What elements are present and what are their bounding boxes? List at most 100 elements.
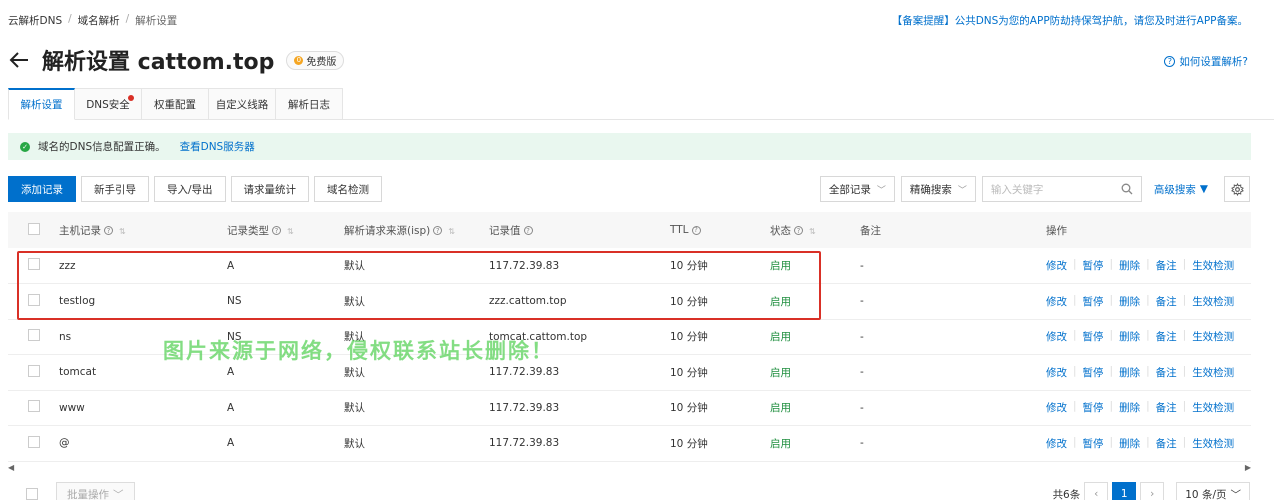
action-pause-link[interactable]: 暂停	[1083, 329, 1104, 344]
action-delete-link[interactable]: 删除	[1119, 365, 1140, 380]
request-stats-button[interactable]: 请求量统计	[230, 176, 310, 202]
search-icon[interactable]	[1121, 183, 1133, 195]
record-filter-select[interactable]: 全部记录 ﹀	[819, 176, 895, 202]
row-checkbox[interactable]	[28, 435, 40, 448]
action-divider: |	[1109, 435, 1114, 448]
cell-value: zzz.cattom.top	[489, 283, 670, 320]
action-edit-link[interactable]: 修改	[1046, 294, 1067, 309]
row-checkbox[interactable]	[28, 364, 40, 377]
add-record-button[interactable]: 添加记录	[8, 176, 76, 202]
scroll-left-icon[interactable]: ◀	[8, 463, 14, 472]
page-title: 解析设置 cattom.top	[42, 50, 275, 75]
tab-weight-config[interactable]: 权重配置	[142, 88, 209, 120]
tab-label: 权重配置	[154, 98, 196, 111]
tab-resolution-settings[interactable]: 解析设置	[8, 88, 75, 120]
domain-check-button[interactable]: 域名检测	[314, 176, 383, 202]
help-link[interactable]: ? 如何设置解析?	[1164, 54, 1248, 69]
action-edit-link[interactable]: 修改	[1046, 365, 1067, 380]
action-check-link[interactable]: 生效检测	[1192, 294, 1234, 309]
action-edit-link[interactable]: 修改	[1046, 258, 1067, 273]
import-export-button[interactable]: 导入/导出	[154, 176, 226, 202]
cell-host: www	[59, 390, 227, 426]
action-pause-link[interactable]: 暂停	[1083, 294, 1104, 309]
action-delete-link[interactable]: 删除	[1119, 329, 1140, 344]
advanced-search-label: 高级搜索	[1153, 183, 1196, 196]
action-divider: |	[1182, 364, 1187, 377]
cell-host: @	[59, 425, 227, 462]
info-icon[interactable]: ?	[433, 226, 443, 235]
info-icon[interactable]: ?	[523, 226, 533, 235]
action-remark-link[interactable]: 备注	[1156, 294, 1177, 309]
horizontal-scrollbar[interactable]: ◀ ▶	[8, 462, 1251, 472]
settings-button[interactable]	[1224, 176, 1250, 202]
action-pause-link[interactable]: 暂停	[1083, 400, 1104, 415]
row-checkbox[interactable]	[28, 329, 40, 342]
action-remark-link[interactable]: 备注	[1156, 436, 1177, 451]
action-check-link[interactable]: 生效检测	[1192, 365, 1234, 380]
cell-type: NS	[227, 283, 344, 320]
action-edit-link[interactable]: 修改	[1046, 329, 1067, 344]
info-icon[interactable]: ?	[272, 226, 281, 235]
action-delete-link[interactable]: 删除	[1119, 294, 1140, 309]
view-dns-servers-link[interactable]: 查看DNS服务器	[180, 139, 255, 154]
tab-label: 自定义线路	[215, 98, 269, 111]
breadcrumb-item[interactable]: 域名解析	[78, 13, 120, 28]
page-size-select[interactable]: 10 条/页 ﹀	[1176, 482, 1250, 500]
cell-host: testlog	[59, 283, 227, 320]
sort-icon[interactable]: ⇅	[448, 227, 455, 236]
action-divider: |	[1146, 435, 1150, 448]
cell-ttl: 10 分钟	[670, 248, 770, 284]
advanced-search-link[interactable]: 高级搜索 ▼	[1154, 182, 1208, 197]
action-pause-link[interactable]: 暂停	[1083, 365, 1104, 380]
breadcrumb-item[interactable]: 云解析DNS	[8, 13, 62, 28]
row-checkbox[interactable]	[28, 258, 40, 270]
page-button-current[interactable]: 1	[1112, 482, 1137, 500]
sort-icon[interactable]: ⇅	[119, 227, 126, 236]
action-pause-link[interactable]: 暂停	[1083, 436, 1104, 451]
cell-type: A	[227, 248, 344, 284]
search-mode-select[interactable]: 精确搜索 ﹀	[900, 176, 976, 202]
tab-custom-line[interactable]: 自定义线路	[209, 88, 276, 120]
sort-icon[interactable]: ⇅	[287, 227, 294, 236]
action-pause-link[interactable]: 暂停	[1083, 258, 1104, 273]
cell-ttl: 10 分钟	[670, 425, 770, 462]
next-page-button[interactable]: ›	[1140, 482, 1165, 500]
action-delete-link[interactable]: 删除	[1119, 258, 1140, 273]
row-checkbox[interactable]	[28, 400, 40, 413]
cell-type: A	[227, 390, 344, 426]
action-divider: |	[1182, 400, 1187, 413]
action-check-link[interactable]: 生效检测	[1192, 329, 1234, 344]
cell-type: A	[227, 425, 344, 462]
info-icon[interactable]: ?	[691, 225, 701, 235]
row-checkbox[interactable]	[28, 293, 40, 306]
info-icon[interactable]: ?	[794, 226, 803, 235]
sort-icon[interactable]: ⇅	[809, 227, 816, 236]
filter-tools: 全部记录 ﹀ 精确搜索 ﹀ 输入关键字 高级搜索 ▼	[819, 176, 1250, 202]
scroll-right-icon[interactable]: ▶	[1245, 463, 1251, 472]
action-delete-link[interactable]: 删除	[1119, 436, 1140, 451]
action-check-link[interactable]: 生效检测	[1192, 400, 1234, 415]
search-input[interactable]: 输入关键字	[981, 176, 1142, 202]
tab-resolution-log[interactable]: 解析日志	[276, 88, 343, 120]
cell-host: tomcat	[59, 354, 227, 391]
action-delete-link[interactable]: 删除	[1119, 400, 1140, 415]
footer-select-all-checkbox[interactable]	[26, 488, 38, 500]
select-all-checkbox[interactable]	[28, 222, 40, 235]
action-edit-link[interactable]: 修改	[1046, 400, 1067, 415]
action-remark-link[interactable]: 备注	[1156, 400, 1177, 415]
filing-notice[interactable]: 【备案提醒】公共DNS为您的APP防劫持保驾护航，请您及时进行APP备案。	[892, 13, 1248, 28]
tab-dns-security[interactable]: DNS安全	[75, 88, 142, 120]
back-arrow-icon[interactable]	[8, 49, 30, 71]
action-remark-link[interactable]: 备注	[1156, 365, 1177, 380]
action-check-link[interactable]: 生效检测	[1192, 436, 1234, 451]
action-remark-link[interactable]: 备注	[1156, 329, 1177, 344]
guide-button[interactable]: 新手引导	[81, 176, 149, 202]
cell-isp: 默认	[344, 425, 489, 462]
info-icon[interactable]: ?	[104, 226, 113, 235]
action-divider: |	[1182, 258, 1187, 270]
prev-page-button[interactable]: ‹	[1084, 482, 1109, 500]
batch-operations-button[interactable]: 批量操作 ﹀	[56, 482, 135, 500]
action-remark-link[interactable]: 备注	[1156, 258, 1177, 273]
action-edit-link[interactable]: 修改	[1046, 436, 1067, 451]
action-check-link[interactable]: 生效检测	[1192, 258, 1234, 273]
